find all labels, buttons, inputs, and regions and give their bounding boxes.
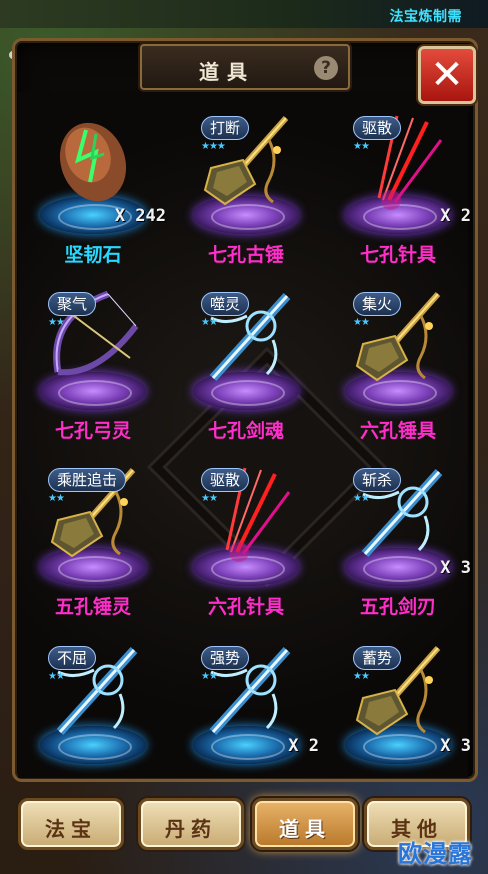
item-count: X 3 [440,558,471,578]
tab-label: 道具 [279,817,331,841]
item-skill-tag: 不屈 [48,646,97,670]
panel-header: 道具 ? [140,44,350,90]
top-info-bar: 法宝炼制需 [0,0,488,28]
item-skill-tag: 驱散 [353,116,402,140]
item-count: X 2 [440,206,471,226]
item-stars: ★★ [201,493,218,504]
top-bar-title: 法宝炼制需 [389,9,462,25]
close-icon: ✕ [430,52,464,98]
item-count: X 242 [114,206,166,226]
item-slot[interactable]: 不屈 ★★ [18,638,168,814]
item-slot[interactable]: 噬灵 ★★ 七孔剑魂 [171,284,321,460]
item-stars: ★★ [48,671,65,682]
item-slot[interactable]: X 242 坚韧石 [18,108,168,284]
item-slot[interactable]: 打断 ★★★ 七孔古锤 [171,108,321,284]
tab-0[interactable]: 法宝 [18,798,124,850]
item-slot[interactable]: 聚气 ★★ 七孔弓灵 [18,284,168,460]
item-stars: ★★ [353,141,370,152]
watermark: 欧漫露 [398,840,473,868]
item-stars: ★★ [201,671,218,682]
tab-label: 丹药 [165,817,217,841]
item-slot[interactable]: 驱散 ★★ 六孔针具 [171,460,321,636]
item-name: 七孔针具 [359,244,436,266]
tab-2[interactable]: 道具 [252,798,358,850]
item-stars: ★★ [201,317,218,328]
item-stars: ★★ [48,317,65,328]
item-slot[interactable]: 斩杀 ★★ X 3 五孔剑刃 [323,460,473,636]
tab-label: 法宝 [45,817,97,841]
item-stars: ★★★ [201,141,226,152]
item-name: 坚韧石 [64,244,122,266]
item-stars: ★★ [353,317,370,328]
close-button[interactable]: ✕ [418,46,476,104]
item-name: 七孔剑魂 [207,420,284,442]
item-name: 七孔古锤 [207,244,284,266]
item-skill-tag: 集火 [353,292,402,316]
item-stars: ★★ [48,493,65,504]
tab-1[interactable]: 丹药 [138,798,244,850]
help-icon[interactable]: ? [314,56,338,80]
item-name: 六孔锤具 [359,420,436,442]
item-skill-tag: 斩杀 [353,468,402,492]
item-stone-icon [38,110,148,220]
item-slot[interactable]: 强势 ★★ X 2 [171,638,321,814]
item-skill-tag: 强势 [201,646,250,670]
item-slot[interactable]: 蓄势 ★★ X 3 [323,638,473,814]
item-slot[interactable]: 集火 ★★ 六孔锤具 [323,284,473,460]
item-stars: ★★ [353,493,370,504]
item-skill-tag: 蓄势 [353,646,402,670]
item-count: X 2 [288,736,319,756]
item-skill-tag: 打断 [201,116,250,140]
item-name: 五孔锤灵 [54,596,131,618]
item-name: 七孔弓灵 [54,420,131,442]
item-skill-tag: 聚气 [48,292,97,316]
game-window: 法宝炼制需 道具 ? ✕ X 242 坚韧石 打断 ★★★ 七孔古锤 驱散 ★★… [0,0,488,874]
item-slot[interactable]: 乘胜追击 ★★ 五孔锤灵 [18,460,168,636]
item-stars: ★★ [353,671,370,682]
panel-title: 道具 [199,60,255,84]
item-count: X 3 [440,736,471,756]
item-name: 六孔针具 [207,596,284,618]
item-skill-tag: 噬灵 [201,292,250,316]
item-skill-tag: 驱散 [201,468,250,492]
item-name: 五孔剑刃 [359,596,436,618]
item-slot[interactable]: 驱散 ★★ X 2 七孔针具 [323,108,473,284]
item-skill-tag: 乘胜追击 [48,468,127,492]
